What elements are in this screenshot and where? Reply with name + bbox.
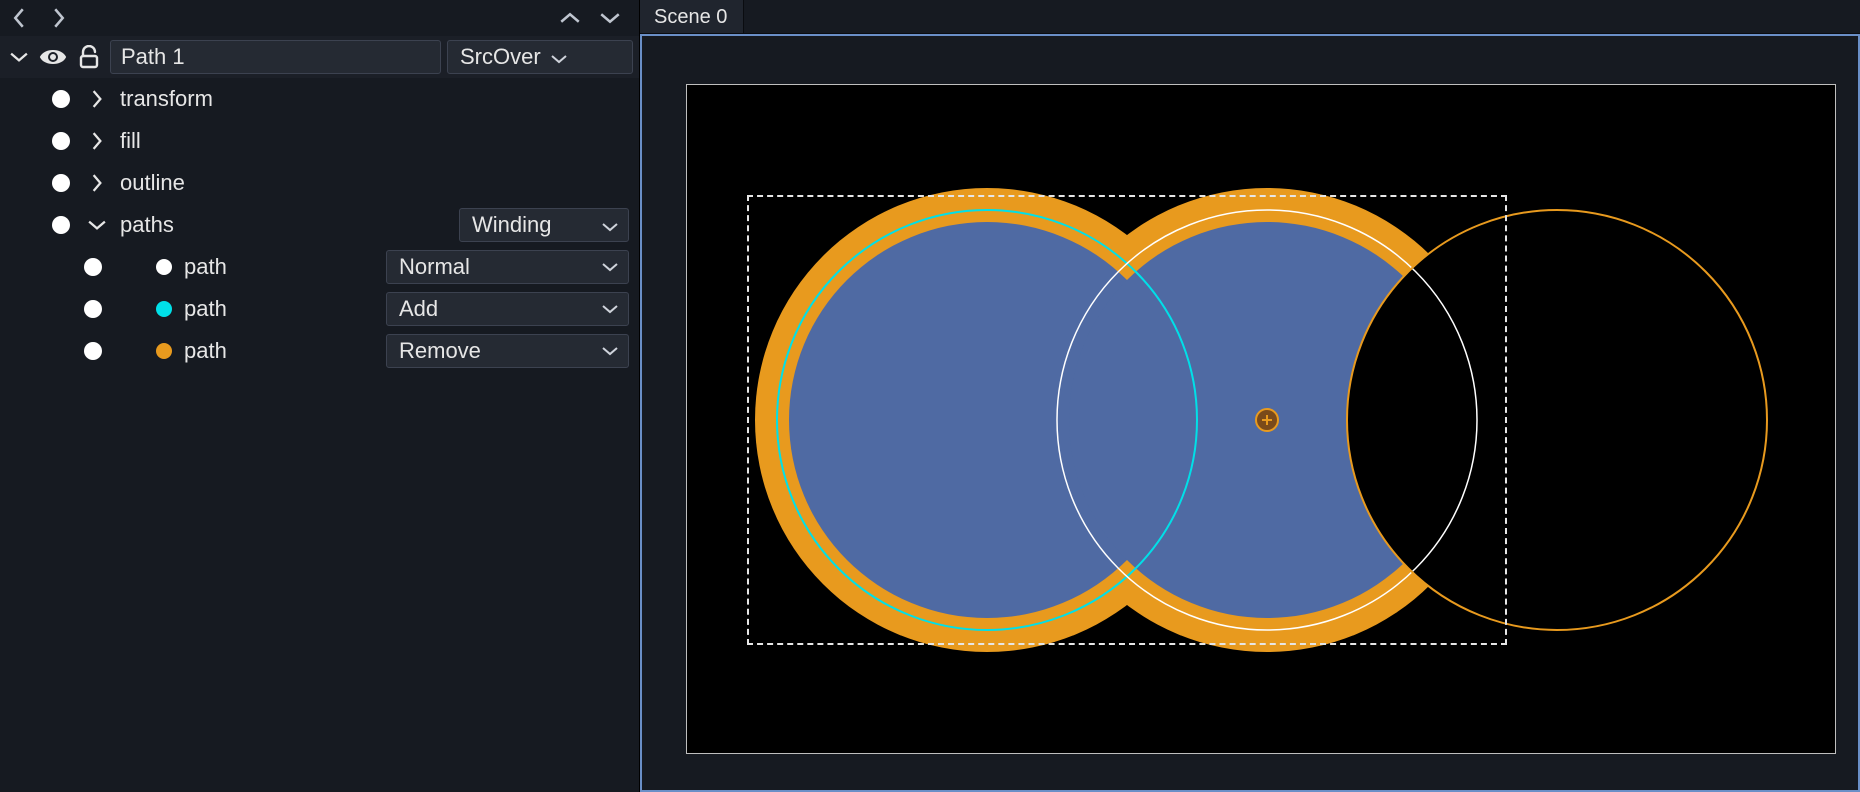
path-label: path (184, 296, 227, 322)
path-label: path (184, 254, 227, 280)
prop-label: transform (116, 86, 639, 112)
nav-back-button[interactable] (6, 5, 32, 31)
prop-fill[interactable]: fill (0, 120, 639, 162)
keyframe-dot[interactable] (52, 216, 70, 234)
path-item-1[interactable]: path Add (0, 288, 639, 330)
blend-mode-value: SrcOver (460, 44, 541, 70)
prop-label: outline (116, 170, 639, 196)
blend-mode-select[interactable]: SrcOver (447, 40, 633, 74)
path-item-0[interactable]: path Normal (0, 246, 639, 288)
keyframe-dot[interactable] (52, 132, 70, 150)
panel-nav (0, 0, 639, 36)
path-mode-select[interactable]: Add (386, 292, 629, 326)
chevron-down-icon (602, 304, 618, 314)
keyframe-dot[interactable] (52, 90, 70, 108)
chevron-down-icon[interactable] (84, 212, 110, 238)
keyframe-dot[interactable] (84, 300, 102, 318)
inspector-panel: SrcOver transform fill (0, 0, 640, 792)
origin-marker[interactable] (1255, 408, 1279, 432)
scene-tab[interactable]: Scene 0 (640, 0, 744, 33)
canvas[interactable] (686, 84, 1836, 754)
layer-name-input[interactable] (110, 40, 441, 74)
chevron-down-icon (602, 346, 618, 356)
keyframe-dot[interactable] (84, 258, 102, 276)
chevron-right-icon[interactable] (84, 170, 110, 196)
path-color-swatch[interactable] (156, 259, 172, 275)
lock-icon[interactable] (74, 42, 104, 72)
nav-down-button[interactable] (597, 5, 623, 31)
prop-transform[interactable]: transform (0, 78, 639, 120)
chevron-right-icon[interactable] (84, 86, 110, 112)
path-mode-select[interactable]: Remove (386, 334, 629, 368)
layer-header-row[interactable]: SrcOver (0, 36, 639, 78)
chevron-down-icon (602, 212, 618, 238)
viewport-area: Scene 0 (640, 0, 1860, 792)
keyframe-dot[interactable] (52, 174, 70, 192)
path-mode-value: Add (399, 296, 438, 322)
keyframe-dot[interactable] (84, 342, 102, 360)
nav-forward-button[interactable] (46, 5, 72, 31)
scene-tab-bar: Scene 0 (640, 0, 1860, 34)
prop-label: fill (116, 128, 639, 154)
prop-outline[interactable]: outline (0, 162, 639, 204)
nav-up-button[interactable] (557, 5, 583, 31)
chevron-down-icon (551, 44, 567, 70)
path-mode-value: Remove (399, 338, 481, 364)
fill-rule-select[interactable]: Winding (459, 208, 629, 242)
path-item-2[interactable]: path Remove (0, 330, 639, 372)
path-color-swatch[interactable] (156, 343, 172, 359)
scene-tab-label: Scene 0 (654, 6, 727, 29)
selection-bounds[interactable] (747, 195, 1507, 645)
prop-label: paths (116, 212, 453, 238)
chevron-right-icon[interactable] (84, 128, 110, 154)
path-mode-value: Normal (399, 254, 470, 280)
path-label: path (184, 338, 227, 364)
visibility-icon[interactable] (38, 42, 68, 72)
viewport[interactable] (640, 34, 1860, 792)
fill-rule-value: Winding (472, 212, 551, 238)
path-mode-select[interactable]: Normal (386, 250, 629, 284)
chevron-down-icon (602, 262, 618, 272)
prop-paths[interactable]: paths Winding (0, 204, 639, 246)
path-color-swatch[interactable] (156, 301, 172, 317)
expand-toggle[interactable] (6, 44, 32, 70)
